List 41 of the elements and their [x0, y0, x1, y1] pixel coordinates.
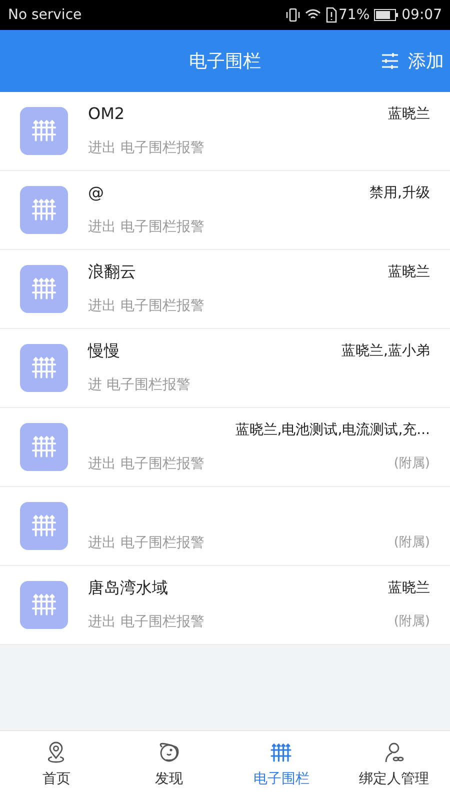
fence-list-item[interactable]: OM2 蓝晓兰 进出 电子围栏报警 [0, 92, 450, 171]
subordinate-tag: (附属) [394, 454, 430, 474]
bound-users-text: 蓝晓兰,电池测试,电流测试,充... [235, 420, 430, 440]
carrier-text: No service [8, 6, 82, 24]
sim-alert-icon [324, 7, 337, 23]
bound-users-text: 蓝晓兰 [388, 104, 430, 124]
tab-item[interactable]: 首页 [0, 731, 112, 800]
tab-item[interactable]: 发现 [112, 731, 225, 800]
battery-icon [374, 9, 398, 21]
alarm-type-text: 进出 电子围栏报警 [88, 534, 204, 552]
fence-list-item[interactable]: 蓝晓兰,电池测试,电流测试,充... 进出 电子围栏报警 (附属) [0, 408, 450, 487]
fence-name: 慢慢 [88, 340, 120, 362]
bound-users-text: 蓝晓兰 [388, 262, 430, 282]
fence-name: @ [88, 182, 104, 204]
alarm-type-text: 进出 电子围栏报警 [88, 296, 204, 316]
fence-name: 浪翻云 [88, 261, 136, 283]
alarm-type-text: 进出 电子围栏报警 [88, 454, 204, 474]
alarm-type-text: 进出 电子围栏报警 [88, 612, 204, 632]
fence-list-item[interactable]: @ 禁用,升级 进出 电子围栏报警 [0, 171, 450, 250]
clock-text: 09:07 [402, 6, 442, 24]
fence-name: 唐岛湾水域 [88, 577, 168, 599]
bound-users-text: 禁用,升级 [370, 184, 430, 202]
page-title: 电子围栏 [189, 50, 261, 74]
fence-list-item[interactable]: 慢慢 蓝晓兰,蓝小弟 进 电子围栏报警 [0, 329, 450, 408]
tab-item[interactable]: 电子围栏 [225, 731, 338, 800]
subordinate-tag: (附属) [394, 533, 430, 553]
bound-users-text: 蓝晓兰,蓝小弟 [342, 342, 430, 360]
sliders-icon [380, 51, 400, 71]
fence-list-item[interactable]: 浪翻云 蓝晓兰 进出 电子围栏报警 [0, 250, 450, 329]
fence-list-item[interactable]: 唐岛湾水域 蓝晓兰 进出 电子围栏报警 (附属) [0, 566, 450, 645]
alarm-type-text: 进出 电子围栏报警 [88, 218, 204, 236]
subordinate-tag: (附属) [394, 612, 430, 632]
alarm-type-text: 进出 电子围栏报警 [88, 138, 204, 158]
alarm-type-text: 进 电子围栏报警 [88, 376, 190, 394]
bound-users-text: 蓝晓兰 [388, 578, 430, 598]
vibrate-icon [284, 7, 301, 23]
fence-icon [269, 741, 294, 765]
add-button[interactable]: 添加 [380, 48, 444, 74]
battery-percent-text: 71% [338, 6, 370, 24]
fence-name: OM2 [88, 103, 125, 125]
tab-item[interactable]: 绑定人管理 [338, 731, 450, 800]
